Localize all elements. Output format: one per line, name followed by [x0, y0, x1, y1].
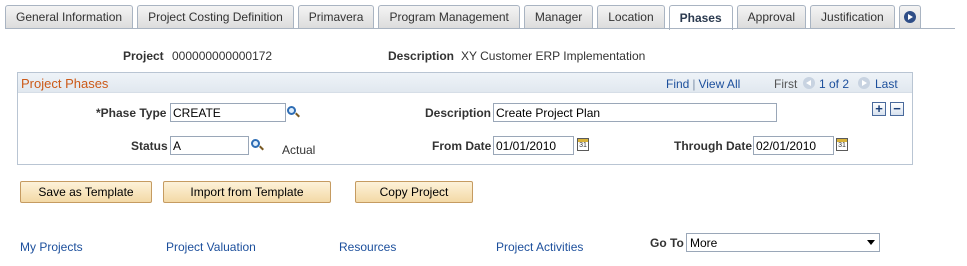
tab-phases[interactable]: Phases [668, 5, 733, 30]
through-date-label: Through Date [674, 139, 752, 153]
project-value: 000000000000172 [172, 49, 273, 63]
status-description: Actual [282, 143, 316, 157]
tab-bar: General Information Project Costing Defi… [5, 5, 921, 30]
status-label: Status [131, 139, 168, 153]
project-phases-grid: Project Phases Find | View All First 1 of … [17, 72, 913, 165]
chevron-down-icon [867, 240, 875, 245]
tab-divider [5, 28, 955, 29]
tab-manager[interactable]: Manager [523, 5, 594, 28]
previous-row-icon[interactable] [803, 77, 815, 89]
first-label: First [774, 77, 798, 91]
last-link[interactable]: Last [875, 77, 898, 91]
import-from-template-button[interactable]: Import from Template [163, 181, 331, 203]
copy-project-button[interactable]: Copy Project [355, 181, 473, 203]
grid-title: Project Phases [21, 76, 109, 91]
from-date-label: From Date [432, 139, 492, 153]
tab-program-management[interactable]: Program Management [378, 5, 520, 28]
tab-primavera[interactable]: Primavera [297, 5, 375, 28]
resources-link[interactable]: Resources [339, 240, 396, 254]
through-date-calendar-icon[interactable] [836, 138, 848, 151]
find-link[interactable]: Find [666, 77, 689, 91]
status-input[interactable] [170, 136, 249, 155]
tab-justification[interactable]: Justification [810, 5, 895, 28]
description-label: Description [388, 49, 455, 63]
goto-select[interactable]: More [686, 233, 880, 252]
description-value: XY Customer ERP Implementation [461, 49, 646, 63]
view-all-link[interactable]: View All [698, 77, 740, 91]
tab-project-costing-definition[interactable]: Project Costing Definition [137, 5, 294, 28]
tab-approval[interactable]: Approval [736, 5, 807, 28]
tab-scroll-right-button[interactable] [898, 5, 921, 28]
from-date-input[interactable] [493, 136, 574, 155]
save-as-template-button[interactable]: Save as Template [20, 181, 152, 203]
grid-header: Project Phases Find | View All First 1 of … [18, 73, 912, 93]
phase-description-input[interactable] [493, 103, 777, 122]
goto-label: Go To [650, 236, 684, 250]
add-row-button[interactable]: + [872, 102, 886, 116]
arrow-right-icon [903, 11, 916, 23]
phase-type-label: *Phase Type [96, 106, 167, 120]
phase-type-lookup-icon[interactable] [286, 105, 300, 119]
goto-selected-value: More [690, 236, 718, 250]
nav-separator: | [692, 77, 696, 91]
from-date-calendar-icon[interactable] [577, 138, 589, 151]
project-valuation-link[interactable]: Project Valuation [166, 240, 256, 254]
delete-row-button[interactable]: − [890, 102, 904, 116]
tab-general-information[interactable]: General Information [5, 5, 134, 28]
status-lookup-icon[interactable] [250, 138, 264, 152]
phase-type-input[interactable] [170, 103, 286, 122]
row-count: 1 of 2 [819, 77, 850, 91]
project-activities-link[interactable]: Project Activities [496, 240, 583, 254]
tab-location[interactable]: Location [597, 5, 665, 28]
my-projects-link[interactable]: My Projects [20, 240, 83, 254]
through-date-input[interactable] [753, 136, 834, 155]
phase-description-label: Description [425, 106, 492, 120]
project-label: Project [123, 49, 164, 63]
next-row-icon[interactable] [858, 77, 870, 89]
grid-nav: Find | View All [666, 77, 740, 91]
